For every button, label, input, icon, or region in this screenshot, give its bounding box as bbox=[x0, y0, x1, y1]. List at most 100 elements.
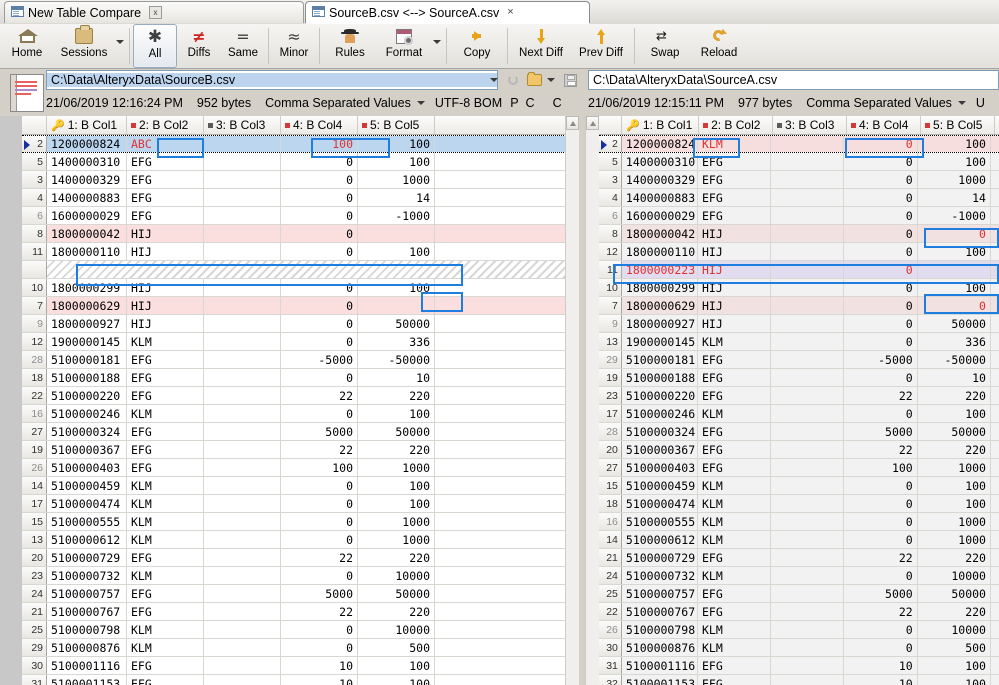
table-cell[interactable]: 5100000729 bbox=[621, 549, 698, 566]
row-number[interactable]: 6 bbox=[22, 207, 47, 224]
row-number[interactable]: 22 bbox=[599, 603, 622, 620]
row-number[interactable]: 4 bbox=[22, 189, 47, 206]
table-cell[interactable]: 5000 bbox=[281, 585, 358, 602]
row-number[interactable] bbox=[22, 261, 47, 278]
table-cell[interactable]: 1800000629 bbox=[621, 297, 698, 314]
table-cell[interactable]: KLM bbox=[697, 567, 772, 584]
table-cell[interactable]: 0 bbox=[844, 279, 918, 296]
table-cell[interactable] bbox=[771, 207, 845, 224]
table-cell[interactable]: 1800000299 bbox=[47, 279, 127, 296]
table-cell[interactable]: EFG bbox=[697, 657, 772, 674]
table-cell[interactable]: 1400000329 bbox=[621, 171, 698, 188]
table-cell[interactable]: KLM bbox=[697, 531, 772, 548]
table-cell[interactable]: 100 bbox=[358, 136, 435, 152]
table-cell[interactable] bbox=[771, 351, 845, 368]
row-number[interactable]: 7 bbox=[22, 297, 47, 314]
table-cell[interactable]: 1000 bbox=[917, 171, 991, 188]
table-cell[interactable]: KLM bbox=[697, 513, 772, 530]
left-path-dropdown[interactable] bbox=[486, 71, 501, 89]
table-cell[interactable]: 1800000927 bbox=[47, 315, 127, 332]
table-cell[interactable]: 0 bbox=[281, 225, 358, 242]
row-number[interactable]: 29 bbox=[22, 639, 47, 656]
format-dropdown[interactable] bbox=[431, 24, 443, 68]
table-row[interactable]: 25 5100000757 EFG 5000 50000 bbox=[599, 585, 999, 603]
table-cell[interactable]: -50000 bbox=[358, 351, 435, 368]
row-number[interactable]: 27 bbox=[22, 423, 47, 440]
table-cell[interactable]: 5100000181 bbox=[621, 351, 698, 368]
table-row[interactable]: 5 1400000310 EFG 0 100 bbox=[22, 153, 578, 171]
table-cell[interactable]: -1000 bbox=[358, 207, 435, 224]
table-cell[interactable]: 100 bbox=[281, 136, 358, 152]
table-cell[interactable]: 22 bbox=[281, 603, 358, 620]
table-cell[interactable]: ABC bbox=[127, 136, 204, 152]
table-cell[interactable]: 5100000220 bbox=[621, 387, 698, 404]
table-row[interactable]: 14 5100000459 KLM 0 100 bbox=[22, 477, 578, 495]
row-number[interactable]: 8 bbox=[599, 225, 622, 242]
table-cell[interactable]: 1800000042 bbox=[47, 225, 127, 242]
table-cell[interactable] bbox=[204, 603, 281, 620]
row-number[interactable]: 32 bbox=[599, 675, 622, 685]
table-cell[interactable] bbox=[204, 621, 281, 638]
row-number[interactable]: 17 bbox=[599, 405, 622, 422]
row-number[interactable]: 14 bbox=[599, 531, 622, 548]
table-cell[interactable]: 1800000629 bbox=[47, 297, 127, 314]
table-cell[interactable]: 22 bbox=[844, 387, 918, 404]
table-row[interactable]: 24 5100000732 KLM 0 10000 bbox=[599, 567, 999, 585]
table-cell[interactable] bbox=[358, 297, 435, 314]
table-cell[interactable] bbox=[771, 333, 845, 350]
table-cell[interactable]: 1900000145 bbox=[47, 333, 127, 350]
table-cell[interactable]: 0 bbox=[281, 639, 358, 656]
table-cell[interactable]: 5100000324 bbox=[621, 423, 698, 440]
table-row[interactable]: 4 1400000883 EFG 0 14 bbox=[599, 189, 999, 207]
table-cell[interactable]: KLM bbox=[127, 333, 204, 350]
table-cell[interactable]: 50000 bbox=[917, 585, 991, 602]
table-cell[interactable]: 10 bbox=[281, 675, 358, 685]
table-cell[interactable]: EFG bbox=[127, 351, 204, 368]
table-cell[interactable] bbox=[771, 225, 845, 242]
table-cell[interactable]: 5100000757 bbox=[621, 585, 698, 602]
table-row[interactable]: 6 1600000029 EFG 0 -1000 bbox=[22, 207, 578, 225]
row-number[interactable]: 11 bbox=[599, 261, 622, 278]
table-row[interactable]: 12 1900000145 KLM 0 336 bbox=[22, 333, 578, 351]
row-number[interactable]: 26 bbox=[599, 621, 622, 638]
table-cell[interactable]: 0 bbox=[844, 405, 918, 422]
row-number[interactable]: 17 bbox=[22, 495, 47, 512]
table-cell[interactable]: 100 bbox=[358, 477, 435, 494]
table-cell[interactable] bbox=[771, 675, 845, 685]
row-number[interactable]: 21 bbox=[22, 603, 47, 620]
table-row[interactable]: 2 1200000824 KLM 0 100 bbox=[599, 135, 999, 153]
table-row[interactable]: 3 1400000329 EFG 0 1000 bbox=[22, 171, 578, 189]
row-number[interactable]: 12 bbox=[599, 243, 622, 260]
table-cell[interactable]: 220 bbox=[917, 603, 991, 620]
row-number[interactable]: 23 bbox=[599, 387, 622, 404]
table-cell[interactable]: 100 bbox=[917, 279, 991, 296]
table-cell[interactable]: 500 bbox=[917, 639, 991, 656]
sessions-dropdown[interactable] bbox=[114, 24, 126, 68]
table-cell[interactable]: 336 bbox=[917, 333, 991, 350]
row-number[interactable]: 24 bbox=[599, 567, 622, 584]
table-cell[interactable]: KLM bbox=[127, 531, 204, 548]
table-row[interactable]: 27 5100000403 EFG 100 1000 bbox=[599, 459, 999, 477]
row-number[interactable]: 25 bbox=[22, 621, 47, 638]
table-cell[interactable] bbox=[771, 657, 845, 674]
table-cell[interactable]: 1000 bbox=[358, 459, 435, 476]
table-row[interactable] bbox=[22, 261, 578, 279]
row-number[interactable]: 10 bbox=[22, 279, 47, 296]
table-cell[interactable] bbox=[771, 513, 845, 530]
table-cell[interactable]: EFG bbox=[697, 549, 772, 566]
row-number[interactable]: 18 bbox=[22, 369, 47, 386]
table-cell[interactable]: 0 bbox=[281, 513, 358, 530]
table-cell[interactable]: 0 bbox=[917, 225, 991, 242]
table-row[interactable]: 16 5100000246 KLM 0 100 bbox=[22, 405, 578, 423]
table-cell[interactable]: EFG bbox=[127, 423, 204, 440]
table-cell[interactable]: KLM bbox=[127, 621, 204, 638]
column-header-1[interactable]: 🔑 1: B Col1 bbox=[622, 116, 700, 134]
table-cell[interactable] bbox=[771, 153, 845, 170]
table-cell[interactable]: 5100000474 bbox=[47, 495, 127, 512]
table-row[interactable]: 12 1800000110 HIJ 0 100 bbox=[599, 243, 999, 261]
table-cell[interactable] bbox=[204, 207, 281, 224]
row-number[interactable]: 19 bbox=[22, 441, 47, 458]
table-cell[interactable]: 0 bbox=[844, 136, 918, 152]
table-cell[interactable]: 5100000188 bbox=[621, 369, 698, 386]
table-cell[interactable]: 0 bbox=[844, 243, 918, 260]
